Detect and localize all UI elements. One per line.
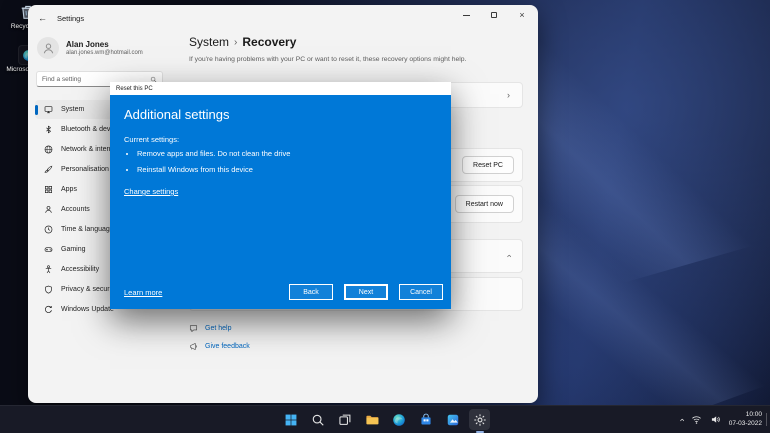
reset-pc-dialog: Reset this PC Additional settings Curren…	[110, 82, 451, 309]
give-feedback-label: Give feedback	[205, 343, 250, 351]
accessibility-icon	[44, 265, 53, 274]
avatar	[37, 37, 59, 59]
start-button[interactable]	[280, 409, 301, 430]
maximize-button[interactable]	[480, 5, 508, 25]
search-icon	[311, 413, 325, 427]
sidebar-item-label: Apps	[61, 186, 77, 193]
dialog-next-button[interactable]: Next	[344, 284, 388, 300]
breadcrumb: System › Recovery	[189, 35, 523, 49]
dialog-body: Additional settings Current settings: Re…	[110, 95, 451, 309]
window-title: Settings	[57, 13, 85, 23]
edge-button[interactable]	[388, 409, 409, 430]
feedback-icon	[189, 342, 198, 351]
taskbar: › 10:00 07-03-2022	[0, 405, 770, 433]
current-settings-label: Current settings:	[124, 135, 180, 144]
dialog-titlebar[interactable]: Reset this PC	[110, 82, 451, 95]
gamepad-icon	[44, 245, 53, 254]
close-button[interactable]: ×	[508, 5, 536, 25]
clock-date: 07-03-2022	[728, 419, 762, 427]
shield-icon	[44, 285, 53, 294]
titlebar[interactable]: ← Settings ×	[28, 5, 538, 31]
edge-icon	[392, 413, 406, 427]
taskbar-search-button[interactable]	[307, 409, 328, 430]
photos-icon	[446, 413, 460, 427]
window-controls: ×	[452, 5, 536, 25]
restart-now-button[interactable]: Restart now	[454, 195, 514, 214]
current-settings-list: Remove apps and files. Do not clean the …	[128, 149, 437, 174]
current-setting-item: Remove apps and files. Do not clean the …	[137, 149, 437, 158]
sidebar-item-label: Gaming	[61, 246, 86, 253]
sidebar-item-label: Time & language	[61, 226, 114, 233]
taskbar-clock[interactable]: 10:00 07-03-2022	[729, 411, 762, 428]
give-feedback-link[interactable]: Give feedback	[189, 342, 523, 351]
chevron-right-icon: ›	[234, 36, 238, 48]
get-help-label: Get help	[205, 325, 232, 333]
learn-more-link[interactable]: Learn more	[124, 288, 162, 297]
reset-pc-button[interactable]: Reset PC	[462, 156, 514, 175]
chevron-up-icon: ›	[503, 254, 514, 258]
accounts-icon	[44, 205, 53, 214]
page-title: Recovery	[242, 35, 297, 49]
store-button[interactable]	[415, 409, 436, 430]
photos-button[interactable]	[442, 409, 463, 430]
page-description: If you're having problems with your PC o…	[189, 56, 467, 63]
sidebar-item-label: Accounts	[61, 206, 90, 213]
dialog-buttons: Back Next Cancel	[289, 284, 443, 300]
get-help-link[interactable]: Get help	[189, 324, 523, 333]
tray-chevron-up-icon[interactable]: ›	[676, 418, 686, 421]
back-arrow-icon[interactable]: ←	[38, 13, 47, 23]
settings-taskbar-button[interactable]	[469, 409, 490, 430]
taskbar-center	[280, 406, 490, 433]
current-setting-item: Reinstall Windows from this device	[137, 165, 437, 174]
desktop: Recycle Bin Microsoft Edge ← Settings × …	[0, 0, 770, 433]
volume-icon[interactable]	[710, 414, 721, 425]
apps-icon	[44, 185, 53, 194]
minimize-button[interactable]	[452, 5, 480, 25]
sidebar-item-label: System	[61, 106, 85, 113]
chevron-right-icon: ›	[507, 90, 510, 101]
system-icon	[44, 105, 53, 114]
update-icon	[44, 305, 53, 314]
dialog-footer: Learn more Back Next Cancel	[124, 284, 443, 300]
gear-icon	[473, 413, 487, 427]
task-view-icon	[338, 413, 352, 427]
file-explorer-button[interactable]	[361, 409, 382, 430]
dialog-heading: Additional settings	[124, 107, 230, 122]
sidebar-item-label: Privacy & security	[61, 286, 117, 293]
user-profile[interactable]: Alan Jones alan.jones.wm@hotmail.com	[37, 37, 171, 59]
task-view-button[interactable]	[334, 409, 355, 430]
show-desktop-button[interactable]	[766, 413, 767, 426]
user-email: alan.jones.wm@hotmail.com	[66, 50, 143, 56]
help-chat-icon	[189, 324, 198, 333]
network-icon	[44, 145, 53, 154]
user-name: Alan Jones	[66, 40, 109, 49]
bluetooth-icon	[44, 125, 53, 134]
store-icon	[419, 413, 433, 427]
personalisation-icon	[44, 165, 53, 174]
sidebar-item-label: Personalisation	[61, 166, 109, 173]
dialog-title: Reset this PC	[116, 85, 153, 92]
folder-icon	[365, 413, 379, 427]
sidebar-item-label: Windows Update	[61, 306, 114, 313]
dialog-cancel-button[interactable]: Cancel	[399, 284, 443, 300]
clock-time: 10:00	[745, 411, 762, 418]
change-settings-link[interactable]: Change settings	[124, 187, 178, 196]
clock-icon	[44, 225, 53, 234]
system-tray: › 10:00 07-03-2022	[676, 406, 762, 433]
wifi-icon[interactable]	[691, 414, 702, 425]
dialog-back-button[interactable]: Back	[289, 284, 333, 300]
breadcrumb-system[interactable]: System	[189, 35, 229, 49]
windows-logo-icon	[284, 413, 298, 427]
sidebar-item-label: Accessibility	[61, 266, 100, 273]
help-links: Get help Give feedback	[189, 324, 523, 351]
minimize-icon	[462, 14, 470, 16]
maximize-icon	[491, 12, 497, 18]
